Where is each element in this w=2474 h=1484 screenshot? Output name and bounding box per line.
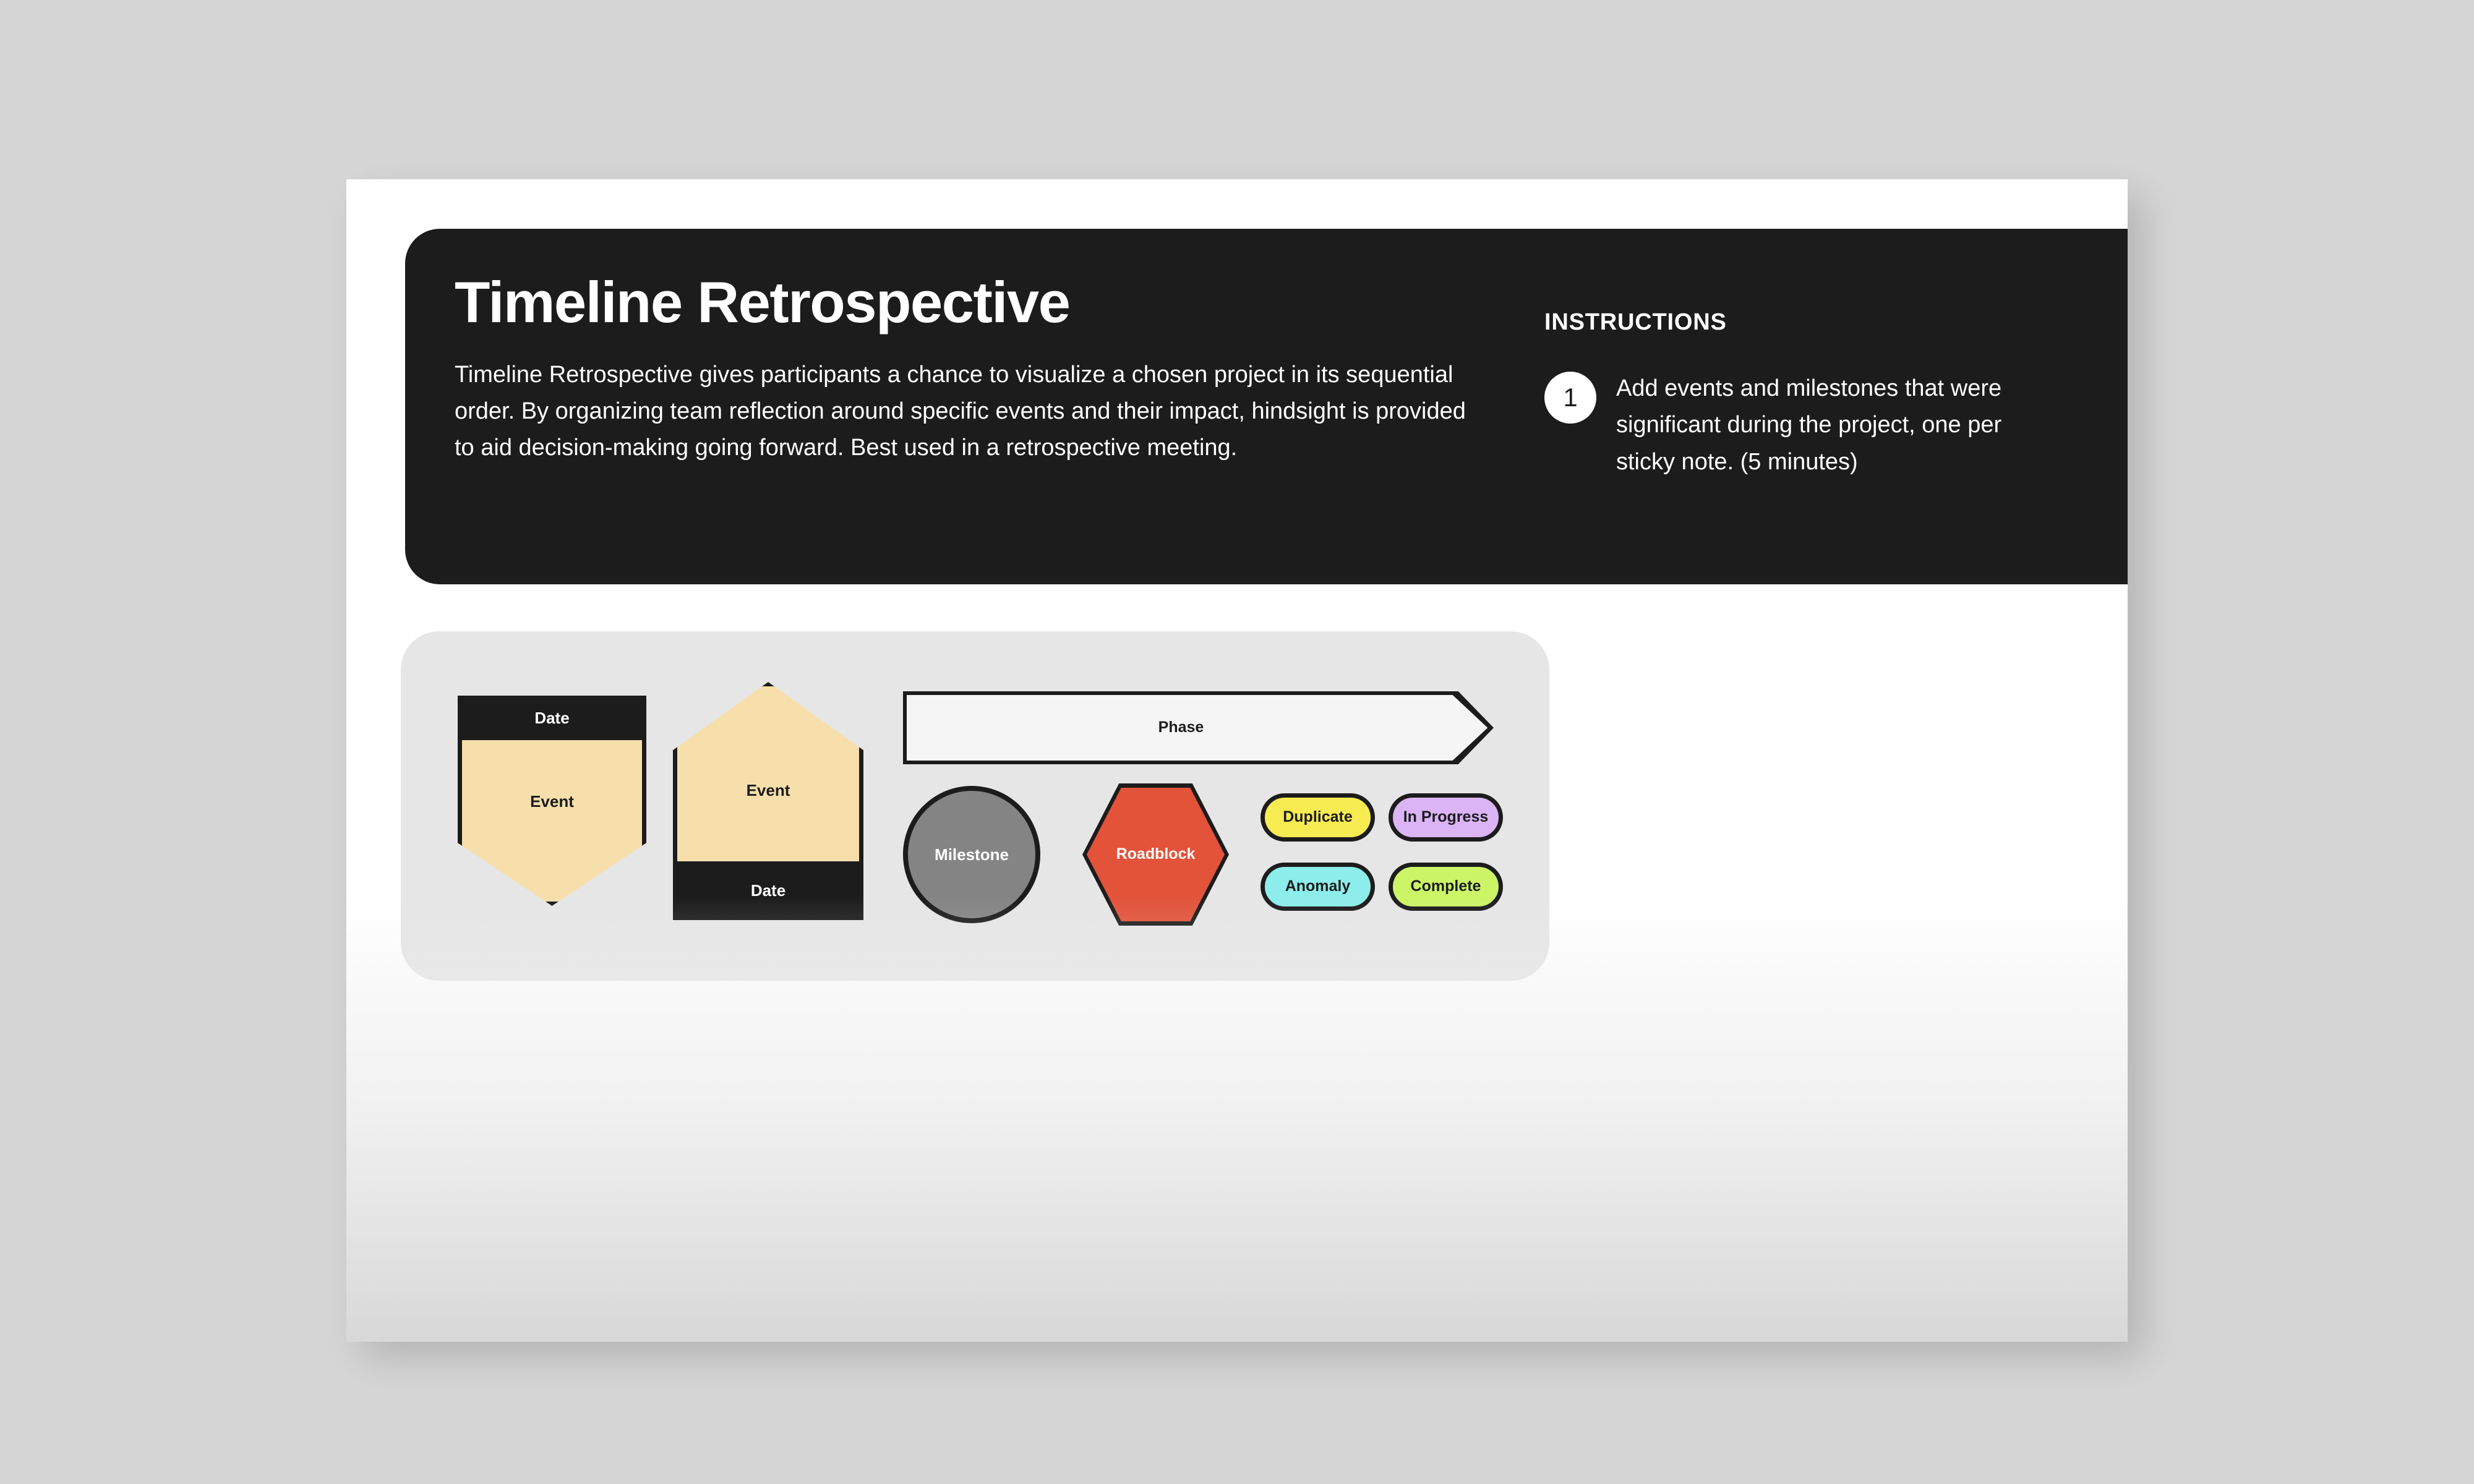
milestone-label: Milestone: [935, 845, 1009, 864]
status-pill-label: Complete: [1410, 877, 1481, 895]
status-pill-grid: Duplicate In Progress Anomaly Complete: [1261, 793, 1514, 911]
instruction-list: 1 Add events and milestones that were si…: [1544, 370, 2075, 480]
event-card-body: Event: [458, 740, 646, 906]
event-card-date-label: Date: [534, 708, 570, 727]
status-pill-label: In Progress: [1403, 808, 1489, 826]
event-card-date-footer: Date: [673, 861, 863, 920]
instructions-heading: INSTRUCTIONS: [1544, 309, 1727, 335]
slide-page: Timeline Retrospective Timeline Retrospe…: [346, 179, 2128, 1342]
event-card-date-header: Date: [458, 696, 646, 740]
phase-banner-fill: [907, 695, 1488, 761]
phase-banner-shape[interactable]: Phase: [903, 691, 1494, 764]
instruction-step: 1 Add events and milestones that were si…: [1544, 370, 2075, 480]
instructions-column: INSTRUCTIONS 1 Add events and milestones…: [1518, 229, 2075, 480]
milestone-shape[interactable]: Milestone: [903, 786, 1040, 923]
event-card-date-label: Date: [750, 881, 786, 900]
event-card-body: Event: [673, 682, 863, 861]
event-card-date-bottom[interactable]: Event Date: [673, 682, 863, 920]
roadblock-fill: [1087, 788, 1225, 921]
header-band: Timeline Retrospective Timeline Retrospe…: [405, 229, 2128, 584]
status-pill-label: Anomaly: [1285, 877, 1351, 895]
roadblock-shape[interactable]: Roadblock: [1082, 783, 1229, 926]
step-number-badge: 1: [1544, 372, 1596, 424]
step-description: Add events and milestones that were sign…: [1616, 375, 2002, 475]
page-title: Timeline Retrospective: [455, 270, 1071, 335]
status-pill-duplicate[interactable]: Duplicate: [1261, 793, 1375, 842]
page-description: Timeline Retrospective gives participant…: [455, 361, 1466, 461]
status-pill-anomaly[interactable]: Anomaly: [1261, 863, 1375, 911]
shapes-palette-panel: Date Event Event Date Phase Milestone Ro…: [401, 631, 1549, 981]
event-card-event-label: Event: [746, 781, 790, 800]
event-card-event-label: Event: [530, 792, 574, 811]
status-pill-in-progress[interactable]: In Progress: [1389, 793, 1503, 842]
event-card-date-top[interactable]: Date Event: [458, 696, 646, 906]
header-text-column: Timeline Retrospective Timeline Retrospe…: [405, 229, 1518, 466]
status-pill-complete[interactable]: Complete: [1389, 863, 1503, 911]
status-pill-label: Duplicate: [1283, 808, 1353, 826]
